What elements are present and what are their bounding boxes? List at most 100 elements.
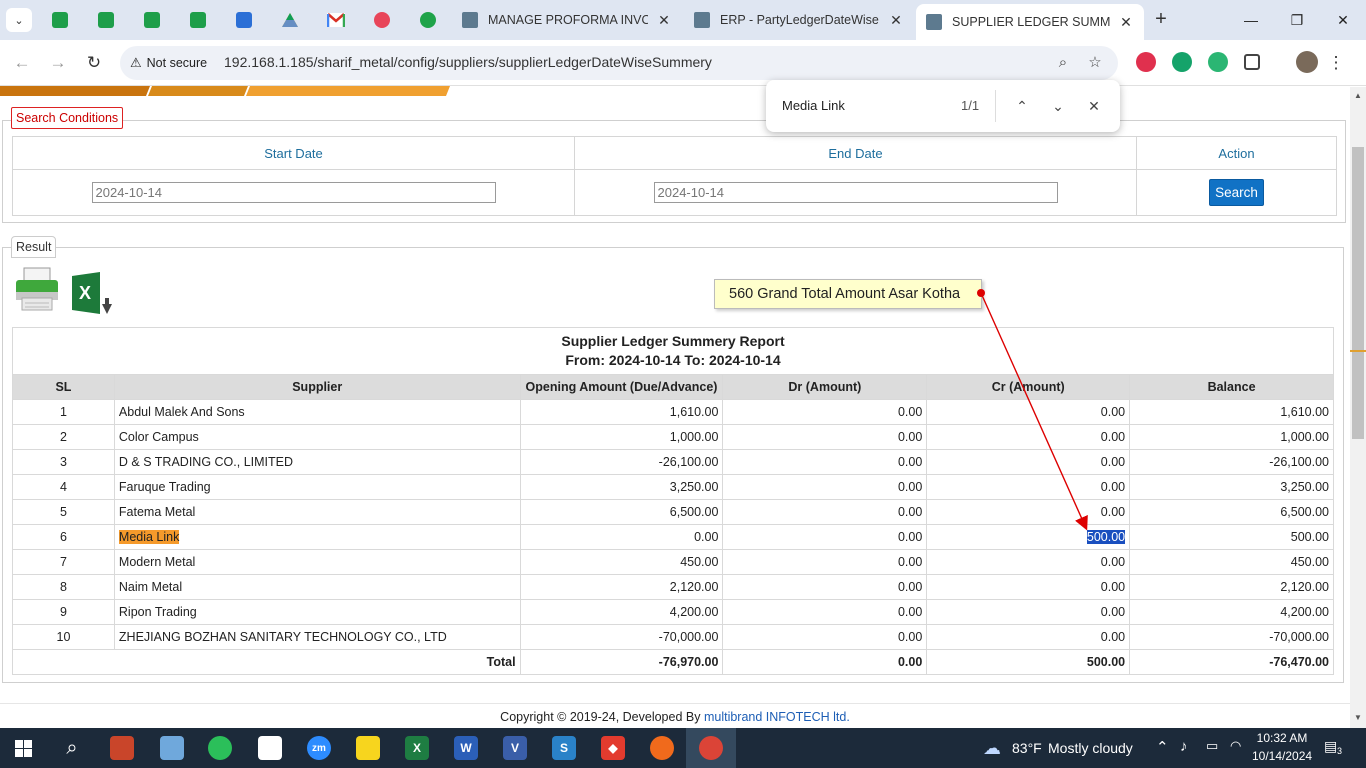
pinned-tab-app[interactable] bbox=[372, 10, 392, 30]
scrollbar-thumb[interactable] bbox=[1352, 147, 1364, 439]
total-balance: -76,470.00 bbox=[1129, 649, 1334, 675]
row-balance-cell: 450.00 bbox=[1129, 549, 1334, 575]
row-cr-cell: 0.00 bbox=[926, 399, 1131, 425]
chevron-up-icon[interactable]: ⌃ bbox=[1010, 94, 1034, 118]
firefox-icon[interactable] bbox=[650, 736, 674, 760]
chevron-up-icon[interactable]: ⌃ bbox=[1156, 738, 1169, 756]
row-cr: 0.00 bbox=[1100, 430, 1126, 444]
pinned-tab-sheets[interactable] bbox=[50, 10, 70, 30]
row-opening-cell: 4,200.00 bbox=[519, 599, 724, 625]
pinned-tab-sheets-2[interactable] bbox=[96, 10, 116, 30]
row-sl-cell: 5 bbox=[12, 499, 115, 525]
window-close-button[interactable]: ✕ bbox=[1320, 8, 1366, 32]
visio-icon[interactable]: V bbox=[503, 736, 527, 760]
row-cr-cell: 0.00 bbox=[926, 599, 1131, 625]
scroll-down-icon[interactable]: ▼ bbox=[1353, 713, 1363, 722]
row-dr: 0.00 bbox=[897, 430, 923, 444]
row-balance: 450.00 bbox=[1290, 555, 1329, 569]
pinned-tab-drive[interactable] bbox=[280, 10, 300, 30]
pinned-tab-whatsapp-counter[interactable] bbox=[418, 10, 438, 30]
whatsapp-icon[interactable] bbox=[208, 736, 232, 760]
row-cr: 0.00 bbox=[1100, 555, 1126, 569]
minimize-button[interactable]: — bbox=[1228, 8, 1274, 32]
extension-icon[interactable] bbox=[1136, 52, 1156, 72]
end-date-input[interactable] bbox=[653, 182, 1058, 203]
row-balance-cell: 2,120.00 bbox=[1129, 574, 1334, 600]
chrome-taskbar-button[interactable] bbox=[686, 728, 736, 768]
url-text[interactable]: 192.168.1.185/sharif_metal/config/suppli… bbox=[224, 54, 712, 70]
s-app-icon[interactable]: S bbox=[552, 736, 576, 760]
find-in-page-icon[interactable]: ⌕ bbox=[1052, 52, 1074, 74]
row-sl-cell: 6 bbox=[12, 524, 115, 550]
paint-icon[interactable] bbox=[258, 736, 282, 760]
clock-time[interactable]: 10:32 AM bbox=[1252, 731, 1312, 745]
more-menu-icon[interactable]: ⋮ bbox=[1324, 52, 1348, 74]
tab-party-ledger[interactable]: ERP - PartyLedgerDateWise Su ✕ bbox=[684, 4, 914, 36]
row-balance-cell: 500.00 bbox=[1129, 524, 1334, 550]
new-tab-button[interactable]: + bbox=[1150, 8, 1172, 32]
find-input[interactable]: Media Link bbox=[782, 98, 845, 113]
row-opening: 6,500.00 bbox=[669, 505, 719, 519]
speaker-icon[interactable]: ♪ bbox=[1180, 738, 1188, 755]
row-balance: 3,250.00 bbox=[1280, 480, 1329, 494]
maximize-button[interactable]: ❐ bbox=[1274, 8, 1320, 32]
security-indicator[interactable]: ⚠ Not secure bbox=[130, 53, 207, 73]
puzzle-icon[interactable] bbox=[1244, 54, 1260, 70]
row-dr: 0.00 bbox=[897, 405, 923, 419]
back-arrow-icon[interactable]: ← bbox=[10, 52, 34, 74]
pinned-tab-sheets-4[interactable] bbox=[188, 10, 208, 30]
sticky-notes-icon[interactable] bbox=[356, 736, 380, 760]
extension-icon[interactable] bbox=[1208, 52, 1228, 72]
search-button[interactable]: Search bbox=[1209, 179, 1264, 206]
page-scrollbar[interactable]: ▲ ▼ bbox=[1350, 87, 1366, 728]
word-icon[interactable]: W bbox=[454, 736, 478, 760]
app-icon bbox=[374, 12, 390, 28]
start-date-input[interactable] bbox=[91, 182, 496, 203]
grammarly-icon[interactable] bbox=[1172, 52, 1192, 72]
scroll-up-icon[interactable]: ▲ bbox=[1353, 91, 1363, 100]
row-cr-cell: 0.00 bbox=[926, 574, 1131, 600]
search-icon[interactable]: ⌕ bbox=[60, 736, 84, 760]
weather-condition[interactable]: Mostly cloudy bbox=[1048, 740, 1133, 756]
address-bar[interactable]: ⚠ Not secure 192.168.1.185/sharif_metal/… bbox=[120, 46, 1118, 80]
reload-icon[interactable]: ↻ bbox=[82, 52, 106, 74]
tab-supplier-ledger[interactable]: SUPPLIER LEDGER SUMMERY ✕ bbox=[916, 4, 1144, 40]
row-cr: 0.00 bbox=[1100, 605, 1126, 619]
clock-date[interactable]: 10/14/2024 bbox=[1252, 749, 1312, 763]
battery-icon[interactable]: ▭ bbox=[1206, 738, 1218, 754]
tab-search-menu-button[interactable]: ⌄ bbox=[6, 8, 32, 32]
row-sl-cell: 1 bbox=[12, 399, 115, 425]
forward-arrow-icon[interactable]: → bbox=[46, 52, 70, 74]
row-opening-cell: 3,250.00 bbox=[519, 474, 724, 500]
table-row: 1 Abdul Malek And Sons 1,610.00 0.00 0.00 1,6… bbox=[12, 399, 1334, 425]
app-icon[interactable] bbox=[110, 736, 134, 760]
tab-manage-proforma[interactable]: MANAGE PROFORMA INVOIC ✕ bbox=[452, 4, 682, 36]
bookmark-star-icon[interactable]: ☆ bbox=[1084, 52, 1106, 74]
row-sl-cell: 10 bbox=[12, 624, 115, 650]
chevron-down-icon[interactable]: ⌄ bbox=[1046, 94, 1070, 118]
row-sl-cell: 4 bbox=[12, 474, 115, 500]
pinned-tab-gmail[interactable] bbox=[326, 10, 346, 30]
temperature[interactable]: 83°F bbox=[1012, 740, 1042, 756]
zoom-icon[interactable]: zm bbox=[307, 736, 331, 760]
avatar[interactable] bbox=[1296, 51, 1318, 73]
notepad-icon[interactable] bbox=[160, 736, 184, 760]
column-header-sl: SL bbox=[12, 374, 115, 400]
wifi-icon[interactable]: ◠ bbox=[1230, 738, 1241, 754]
close-icon[interactable]: ✕ bbox=[1082, 94, 1106, 118]
excel-export-icon[interactable]: X bbox=[72, 272, 114, 318]
notification-center-icon[interactable]: ▤ bbox=[1324, 738, 1337, 755]
windows-start-icon[interactable] bbox=[15, 740, 32, 757]
close-icon[interactable]: ✕ bbox=[1118, 14, 1134, 31]
row-dr-cell: 0.00 bbox=[722, 449, 928, 475]
weather-cloud-icon[interactable]: ☁ bbox=[980, 736, 1004, 760]
anydesk-icon[interactable]: ◆ bbox=[601, 736, 625, 760]
developer-link[interactable]: multibrand INFOTECH ltd. bbox=[704, 710, 850, 724]
pinned-tab-calendar[interactable] bbox=[234, 10, 254, 30]
printer-icon[interactable] bbox=[14, 266, 60, 312]
warning-icon: ⚠ bbox=[130, 55, 142, 70]
close-icon[interactable]: ✕ bbox=[656, 12, 672, 29]
pinned-tab-sheets-3[interactable] bbox=[142, 10, 162, 30]
excel-icon[interactable]: X bbox=[405, 736, 429, 760]
close-icon[interactable]: ✕ bbox=[888, 12, 904, 29]
